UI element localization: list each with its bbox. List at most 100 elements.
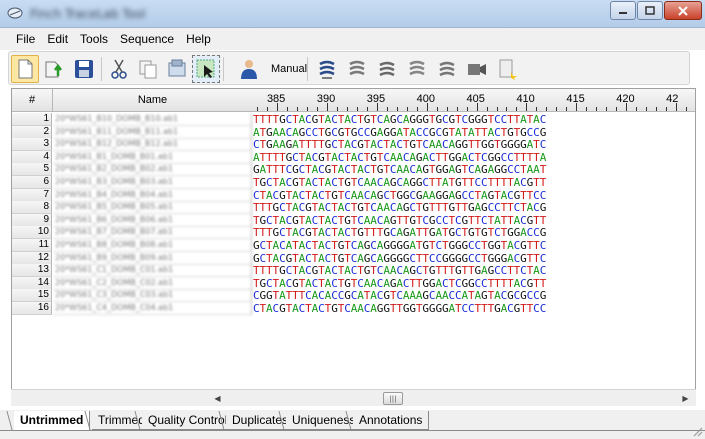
ruler-tick bbox=[596, 107, 598, 111]
table-row[interactable]: 4 20*WS61_B1_DOMB_B01.ab1 ATTTTGCTACGTACTA… bbox=[12, 150, 695, 164]
row-number[interactable]: 11 bbox=[12, 239, 52, 252]
ruler-tick bbox=[316, 107, 318, 111]
sequence-grid[interactable]: # Name 385 390 395 400 405 410 415 420 42 1 20*WS… bbox=[11, 88, 696, 406]
trim-button-4[interactable] bbox=[403, 55, 431, 83]
maximize-button[interactable] bbox=[637, 1, 663, 20]
ruler-tick bbox=[266, 107, 268, 111]
row-number[interactable]: 8 bbox=[12, 201, 52, 215]
ruler-tick bbox=[666, 107, 668, 111]
trim-button-5[interactable] bbox=[433, 55, 461, 83]
row-trace-name: 20*WS61_B9_DOMB_B09.ab1 bbox=[53, 251, 252, 265]
row-sequence: GCTACGTACTACTGTCAGCAGGGGCTTCCGGGGCCTGGGA… bbox=[253, 251, 547, 265]
table-row[interactable]: 9 20*WS61_B6_DOMB_B06.ab1 TGCTACGTACTACTGT… bbox=[12, 213, 695, 227]
menu-file[interactable]: File bbox=[10, 28, 41, 50]
ruler-label: 415 bbox=[566, 93, 585, 105]
ruler-tick bbox=[456, 107, 458, 111]
notes-button[interactable] bbox=[493, 55, 521, 83]
minimize-icon bbox=[619, 11, 627, 14]
row-number[interactable]: 4 bbox=[12, 150, 52, 164]
menu-sequence[interactable]: Sequence bbox=[114, 28, 180, 50]
menu-help[interactable]: Help bbox=[180, 28, 217, 50]
tab-annotations[interactable]: Annotations bbox=[353, 411, 430, 430]
row-trace-name: 20*WS61_C2_DOMB_C02.ab1 bbox=[53, 276, 252, 290]
row-number[interactable]: 14 bbox=[12, 276, 52, 290]
row-sequence: TGCTACGTACTACTGTCAACAGCAGGCTTATGTTCCTTTT… bbox=[253, 176, 547, 189]
table-row[interactable]: 2 20*WS61_B11_DOMB_B11.ab1 ATGAACAGCCTGCGT… bbox=[12, 125, 695, 139]
scroll-thumb[interactable]: ||| bbox=[383, 392, 403, 405]
table-row[interactable]: 13 20*WS61_C1_DOMB_C01.ab1 TTTTGCTACGTACTA… bbox=[12, 264, 695, 278]
new-file-icon bbox=[18, 59, 33, 79]
open-icon bbox=[45, 61, 62, 78]
trim-button-1[interactable] bbox=[313, 55, 341, 83]
menu-tools[interactable]: Tools bbox=[74, 28, 114, 50]
row-number[interactable]: 5 bbox=[12, 163, 52, 177]
trim-icon-2 bbox=[349, 60, 365, 76]
tab-untrimmed[interactable]: Untrimmed bbox=[14, 411, 91, 430]
row-number[interactable]: 12 bbox=[12, 251, 52, 265]
table-row[interactable]: 1 20*WS61_B10_DOMB_B10.ab1 TTTTGCTACGTACTA… bbox=[12, 113, 695, 126]
ruler-label: 390 bbox=[316, 93, 336, 105]
horizontal-scrollbar[interactable]: ◀ ||| ▶ bbox=[11, 389, 696, 406]
camera-button[interactable] bbox=[463, 55, 491, 83]
table-row[interactable]: 12 20*WS61_B9_DOMB_B09.ab1 GCTACGTACTACTGT… bbox=[12, 251, 695, 265]
paste-button[interactable] bbox=[163, 55, 191, 83]
cut-button[interactable] bbox=[105, 55, 133, 83]
row-number[interactable]: 16 bbox=[12, 302, 52, 315]
table-row[interactable]: 14 20*WS61_C2_DOMB_C02.ab1 TGCTACGTACTACTG… bbox=[12, 276, 695, 290]
row-number[interactable]: 3 bbox=[12, 138, 52, 152]
ruler-tick bbox=[386, 107, 388, 111]
column-header-name[interactable]: Name bbox=[53, 89, 253, 112]
row-number[interactable]: 7 bbox=[12, 188, 52, 202]
ruler-label: 420 bbox=[616, 93, 635, 105]
table-row[interactable]: 15 20*WS61_C3_DOMB_C03.ab1 CGGTATTTCACACCG… bbox=[12, 289, 695, 303]
row-sequence: TTTTGCTACGTACTACTGTCAACAGCTGTTTGTTGAGCCT… bbox=[253, 264, 547, 278]
row-sequence: CGGTATTTCACACCGCATACGTCAAAGCAACCATAGTACG… bbox=[253, 289, 547, 303]
scroll-left-icon[interactable]: ◀ bbox=[209, 390, 226, 406]
trim-button-2[interactable] bbox=[343, 55, 371, 83]
table-row[interactable]: 5 20*WS61_B2_DOMB_B02.ab1 GATTTCGCTACGTACT… bbox=[12, 163, 695, 177]
ruler-tick bbox=[536, 107, 538, 111]
scroll-right-icon[interactable]: ▶ bbox=[677, 390, 694, 406]
title-bar: Finch TraceLab Tool bbox=[0, 0, 705, 28]
ruler-tick bbox=[566, 107, 568, 111]
row-number[interactable]: 13 bbox=[12, 264, 52, 278]
row-number[interactable]: 10 bbox=[12, 226, 52, 240]
open-button[interactable] bbox=[40, 55, 68, 83]
ruler-tick bbox=[346, 107, 348, 111]
row-number[interactable]: 2 bbox=[12, 125, 52, 139]
close-button[interactable] bbox=[664, 1, 702, 20]
trim-button-3[interactable] bbox=[373, 55, 401, 83]
select-button[interactable] bbox=[192, 55, 220, 83]
table-row[interactable]: 16 20*WS61_C4_DOMB_C04.ab1 CTACGTACTACTGTC… bbox=[12, 302, 695, 315]
ruler-tick bbox=[336, 107, 338, 111]
table-row[interactable]: 7 20*WS61_B4_DOMB_B04.ab1 CTACGTACTACTGTCA… bbox=[12, 188, 695, 202]
manual-user-button[interactable] bbox=[235, 55, 263, 83]
save-button[interactable] bbox=[70, 55, 98, 83]
row-number[interactable]: 6 bbox=[12, 176, 52, 189]
row-sequence: ATTTTGCTACGTACTACTGTCAACAGACTTGGACTCGGCC… bbox=[253, 150, 547, 164]
column-header-number[interactable]: # bbox=[12, 89, 53, 112]
table-row[interactable]: 11 20*WS61_B8_DOMB_B08.ab1 GCTACATACTACTGT… bbox=[12, 239, 695, 252]
tab-baseline bbox=[0, 430, 705, 431]
table-row[interactable]: 6 20*WS61_B3_DOMB_B03.ab1 TGCTACGTACTACTGT… bbox=[12, 176, 695, 189]
new-button[interactable] bbox=[11, 55, 39, 83]
minimize-button[interactable] bbox=[610, 1, 636, 20]
table-row[interactable]: 8 20*WS61_B5_DOMB_B05.ab1 TTTGCTACGTACTACT… bbox=[12, 201, 695, 215]
ruler-label: 405 bbox=[466, 93, 485, 105]
row-number[interactable]: 1 bbox=[12, 113, 52, 126]
copy-button[interactable] bbox=[134, 55, 162, 83]
row-sequence: TTTTGCTACGTACTACTGTCAGCAGGGTGCGTCGGGTCCT… bbox=[253, 113, 547, 126]
menu-edit[interactable]: Edit bbox=[41, 28, 74, 50]
row-number[interactable]: 9 bbox=[12, 213, 52, 227]
ruler-tick bbox=[686, 107, 688, 111]
row-number[interactable]: 15 bbox=[12, 289, 52, 303]
table-row[interactable]: 3 20*WS61_B12_DOMB_B12.ab1 CTGAAGATTTTGCTA… bbox=[12, 138, 695, 152]
table-row[interactable]: 10 20*WS61_B7_DOMB_B07.ab1 TTTGCTACGTACTAC… bbox=[12, 226, 695, 240]
row-sequence: TGCTACGTACTACTGTCAACAGTTGTCGCCTCGTTCTATT… bbox=[253, 213, 547, 227]
manual-label[interactable]: Manual bbox=[271, 63, 307, 75]
app-icon bbox=[7, 7, 23, 19]
row-trace-name: 20*WS61_B12_DOMB_B12.ab1 bbox=[53, 138, 252, 152]
ruler-tick bbox=[256, 107, 258, 111]
resize-grip-icon[interactable] bbox=[691, 425, 703, 437]
row-sequence: GATTTCGCTACGTACTACTGTCAACAGTGGAGTCAGAGGC… bbox=[253, 163, 547, 177]
